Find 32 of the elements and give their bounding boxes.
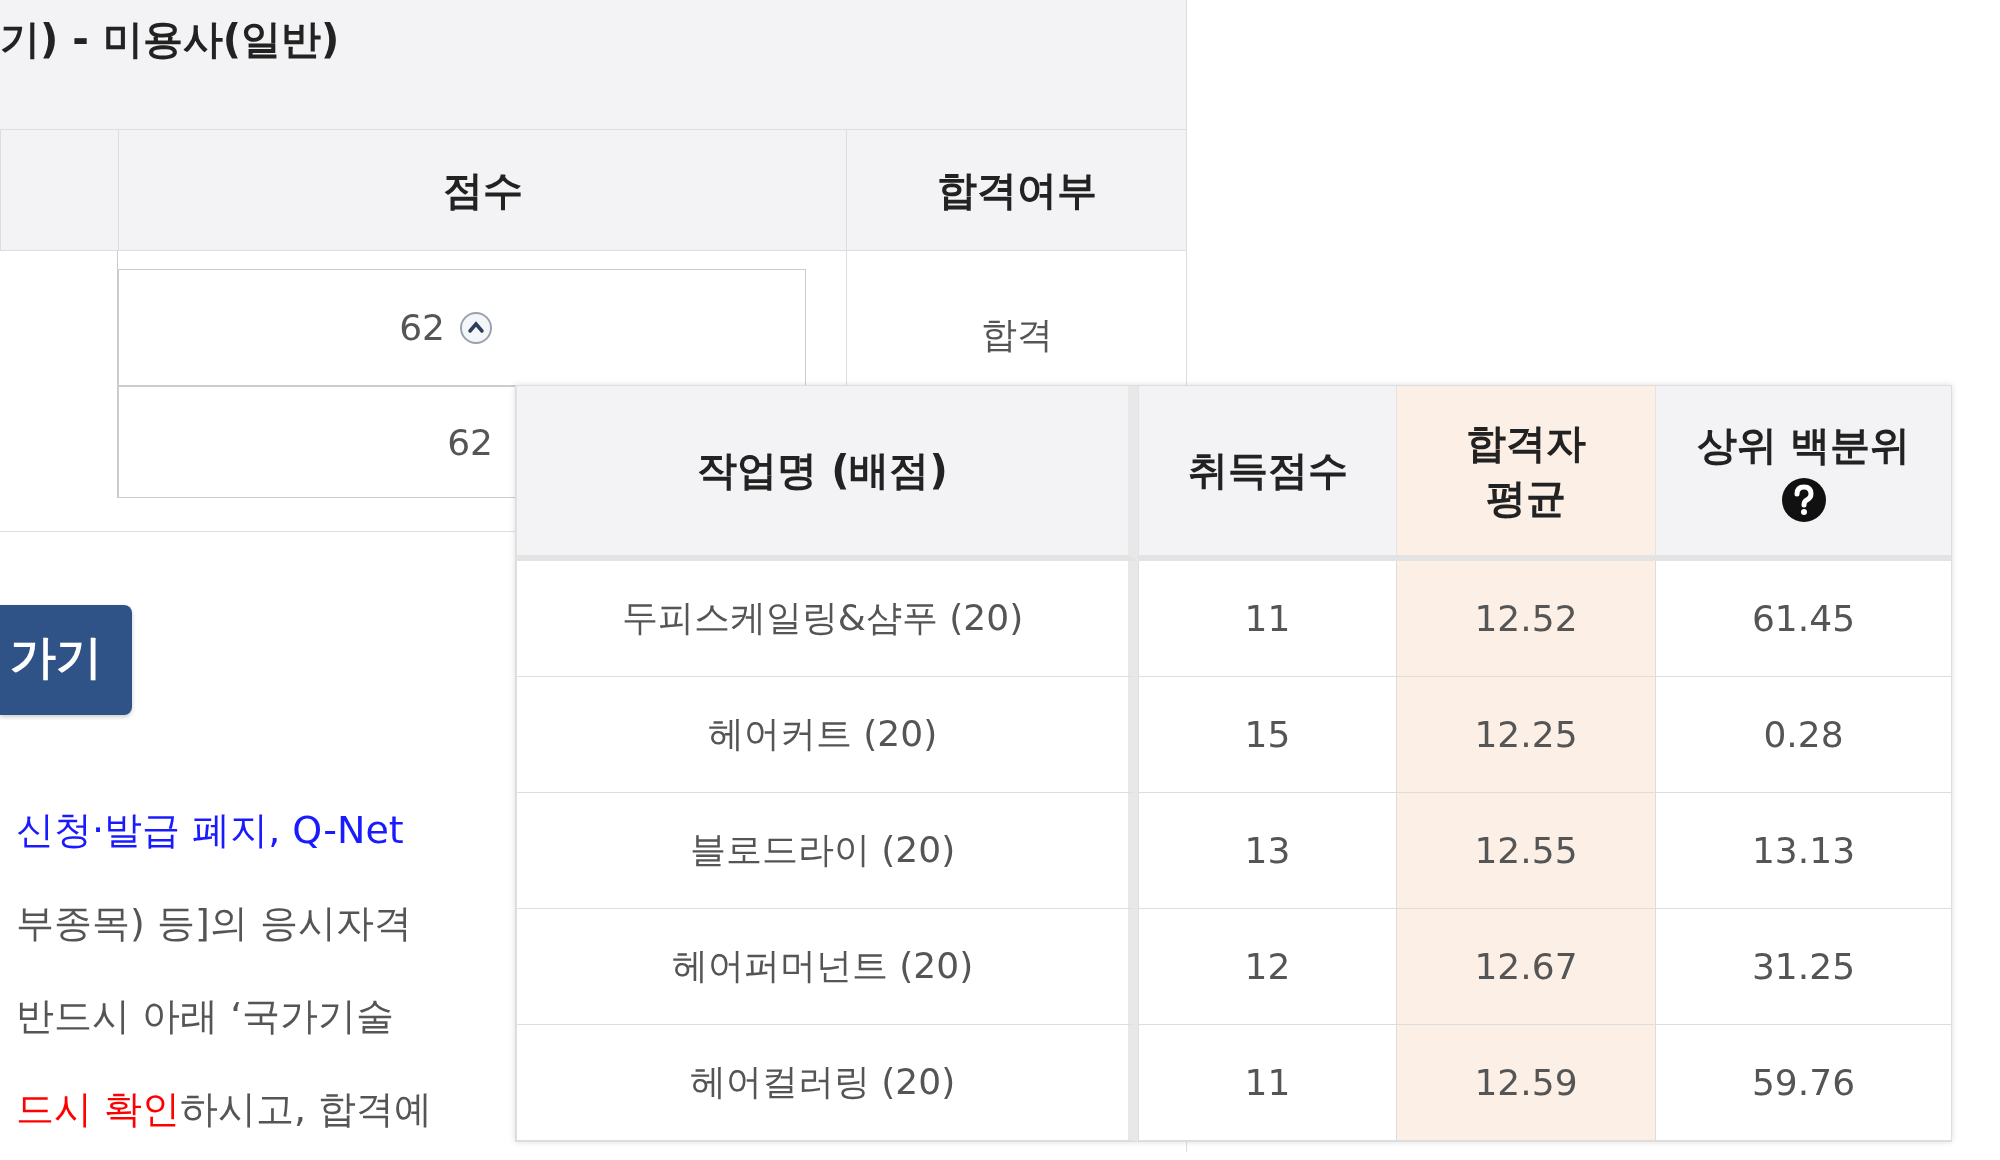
score-value: 62 [447,421,493,463]
table-cell: 헤어커트 (20) [516,677,1138,793]
notice-text: 반드시 아래 ‘국가기술 [16,993,395,1040]
table-cell: 61.45 [1655,561,1951,677]
table-cell: 31.25 [1655,909,1951,1025]
table-cell: 12.25 [1396,677,1655,793]
help-icon[interactable] [1780,477,1827,523]
table-cell: 헤어퍼머넌트 (20) [516,909,1138,1025]
score-value: 62 [399,307,445,348]
table-cell: 13.13 [1655,793,1951,909]
column-header: 취득점수 [1187,446,1348,495]
table-cell: 두피스케일링&샴푸 (20) [516,561,1138,677]
column-header: 점수 [442,165,523,215]
column-header: 상위 백분위 [1696,421,1911,470]
column-header: 합격여부 [936,165,1097,215]
column-header: 작업명 (배점) [697,446,948,495]
table-cell: 12.55 [1396,793,1655,909]
up-circle-icon[interactable] [459,310,493,345]
pass-status: 합격 [980,313,1053,357]
back-button[interactable]: 가기 [0,605,132,715]
table-cell: 12.52 [1396,561,1655,677]
table-cell: 0.28 [1655,677,1951,793]
column-header: 합격자 평균 [1465,418,1587,523]
table-cell: 12.59 [1396,1025,1655,1141]
table-cell: 12.67 [1396,909,1655,1025]
notice-text: 드시 확인하시고, 합격예 [16,1086,433,1133]
table-cell: 블로드라이 (20) [516,793,1138,909]
notice-text: 신청·발급 폐지, Q-Net [16,807,404,854]
table-cell: 헤어컬러링 (20) [516,1025,1138,1141]
table-cell: 59.76 [1655,1025,1951,1141]
notice-text: 부종목) 등]의 응시자격 [16,900,412,947]
page-title: 기) - 미용사(일반) [0,15,340,64]
